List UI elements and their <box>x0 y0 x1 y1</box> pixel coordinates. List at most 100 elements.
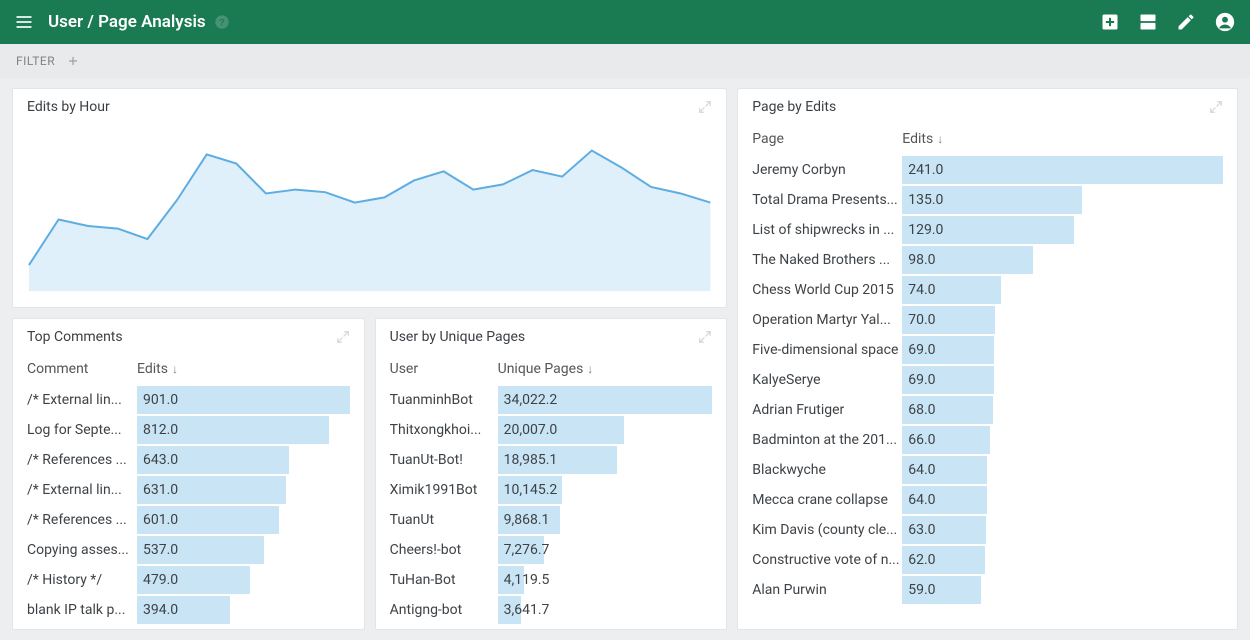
row-value: 70.0 <box>902 312 935 328</box>
row-label: TuanminhBot <box>390 392 498 408</box>
table-row[interactable]: TuanUt9,868.1 <box>376 505 727 535</box>
table-row[interactable]: Copying asses...537.0 <box>13 535 364 565</box>
add-icon[interactable] <box>1100 12 1120 32</box>
row-bar: 66.0 <box>902 425 1223 455</box>
sort-desc-icon: ↓ <box>172 362 178 376</box>
edit-icon[interactable] <box>1176 12 1196 32</box>
col-comment[interactable]: Comment <box>27 361 137 377</box>
expand-icon[interactable] <box>336 330 350 344</box>
row-bar: 10,145.2 <box>498 475 713 505</box>
row-value: 63.0 <box>902 522 935 538</box>
row-value: 20,007.0 <box>498 422 558 438</box>
table-row[interactable]: Ximik1991Bot10,145.2 <box>376 475 727 505</box>
row-value: 812.0 <box>137 422 178 438</box>
table-row[interactable]: Constructive vote of n...62.0 <box>738 545 1237 575</box>
table-row[interactable]: The Naked Brothers ...98.0 <box>738 245 1237 275</box>
row-value: 901.0 <box>137 392 178 408</box>
expand-icon[interactable] <box>1209 100 1223 114</box>
col-page[interactable]: Page <box>752 131 902 147</box>
table-row[interactable]: /* External lin...901.0 <box>13 385 364 415</box>
table-row[interactable]: blank IP talk p...394.0 <box>13 595 364 625</box>
table-row[interactable]: Chess World Cup 201574.0 <box>738 275 1237 305</box>
row-label: /* External lin... <box>27 392 137 408</box>
page-by-edits-table: Page Edits ↓ Jeremy Corbyn241.0Total Dra… <box>738 123 1237 629</box>
expand-icon[interactable] <box>698 100 712 114</box>
row-bar: 135.0 <box>902 185 1223 215</box>
row-label: Alan Purwin <box>752 582 902 598</box>
row-bar: 631.0 <box>137 475 350 505</box>
table-row[interactable]: Thitxongkhoi...20,007.0 <box>376 415 727 445</box>
panel-title: Top Comments <box>27 329 123 345</box>
row-value: 479.0 <box>137 572 178 588</box>
row-label: TuanUt <box>390 512 498 528</box>
svg-text:?: ? <box>219 17 225 27</box>
row-label: Five-dimensional space <box>752 342 902 358</box>
table-header: Page Edits ↓ <box>738 123 1237 155</box>
table-row[interactable]: /* External lin...631.0 <box>13 475 364 505</box>
menu-icon[interactable] <box>14 12 34 32</box>
table-row[interactable]: Antigng-bot3,641.7 <box>376 595 727 625</box>
table-row[interactable]: Jeremy Corbyn241.0 <box>738 155 1237 185</box>
row-value: 601.0 <box>137 512 178 528</box>
table-row[interactable]: List of shipwrecks in ...129.0 <box>738 215 1237 245</box>
panel-user-unique-pages: User by Unique Pages User Unique Pages ↓… <box>375 318 728 630</box>
filter-bar: FILTER <box>0 44 1250 78</box>
row-label: TuHan-Bot <box>390 572 498 588</box>
row-bar: 62.0 <box>902 545 1223 575</box>
col-user[interactable]: User <box>390 361 498 377</box>
col-edits[interactable]: Edits ↓ <box>137 361 178 377</box>
sort-desc-icon: ↓ <box>587 362 593 376</box>
row-label: Constructive vote of n... <box>752 552 902 568</box>
row-label: Blackwyche <box>752 462 902 478</box>
account-icon[interactable] <box>1214 11 1236 33</box>
row-bar: 64.0 <box>902 455 1223 485</box>
row-label: Thitxongkhoi... <box>390 422 498 438</box>
expand-icon[interactable] <box>698 330 712 344</box>
table-row[interactable]: Badminton at the 201...66.0 <box>738 425 1237 455</box>
table-row[interactable]: TuanminhBot34,022.2 <box>376 385 727 415</box>
row-value: 4,119.5 <box>498 572 550 588</box>
row-value: 69.0 <box>902 342 935 358</box>
row-bar: 812.0 <box>137 415 350 445</box>
table-row[interactable]: /* History */479.0 <box>13 565 364 595</box>
table-row[interactable]: Alan Purwin59.0 <box>738 575 1237 605</box>
row-bar: 394.0 <box>137 595 350 625</box>
row-value: 7,276.7 <box>498 542 550 558</box>
table-row[interactable]: /* References ...643.0 <box>13 445 364 475</box>
add-filter-icon[interactable] <box>67 55 79 67</box>
dashboard-icon[interactable] <box>1138 12 1158 32</box>
table-row[interactable]: TuanUt-Bot!18,985.1 <box>376 445 727 475</box>
row-label: Mecca crane collapse <box>752 492 902 508</box>
topbar: User / Page Analysis ? <box>0 0 1250 44</box>
table-row[interactable]: KalyeSerye69.0 <box>738 365 1237 395</box>
filter-label: FILTER <box>16 54 55 68</box>
table-row[interactable]: Kim Davis (county cle...63.0 <box>738 515 1237 545</box>
row-label: The Naked Brothers ... <box>752 252 902 268</box>
row-value: 537.0 <box>137 542 178 558</box>
help-icon[interactable]: ? <box>214 14 230 30</box>
table-row[interactable]: Mecca crane collapse64.0 <box>738 485 1237 515</box>
row-label: Badminton at the 201... <box>752 432 902 448</box>
row-label: Kim Davis (county cle... <box>752 522 902 538</box>
row-value: 394.0 <box>137 602 178 618</box>
table-row[interactable]: /* References ...601.0 <box>13 505 364 535</box>
table-row[interactable]: Adrian Frutiger68.0 <box>738 395 1237 425</box>
table-row[interactable]: Five-dimensional space69.0 <box>738 335 1237 365</box>
table-row[interactable]: Cheers!-bot7,276.7 <box>376 535 727 565</box>
row-label: /* History */ <box>27 572 137 588</box>
row-value: 631.0 <box>137 482 178 498</box>
table-row[interactable]: Total Drama Presents...135.0 <box>738 185 1237 215</box>
col-edits[interactable]: Edits ↓ <box>902 131 943 147</box>
row-label: /* References ... <box>27 452 137 468</box>
row-bar: 3,641.7 <box>498 595 713 625</box>
table-row[interactable]: Log for Septe...812.0 <box>13 415 364 445</box>
page-title: User / Page Analysis <box>48 12 206 32</box>
table-row[interactable]: Operation Martyr Yal...70.0 <box>738 305 1237 335</box>
row-value: 74.0 <box>902 282 935 298</box>
row-bar: 69.0 <box>902 335 1223 365</box>
col-unique-pages[interactable]: Unique Pages ↓ <box>498 361 594 377</box>
table-row[interactable]: Blackwyche64.0 <box>738 455 1237 485</box>
row-bar: 901.0 <box>137 385 350 415</box>
row-bar: 4,119.5 <box>498 565 713 595</box>
table-row[interactable]: TuHan-Bot4,119.5 <box>376 565 727 595</box>
